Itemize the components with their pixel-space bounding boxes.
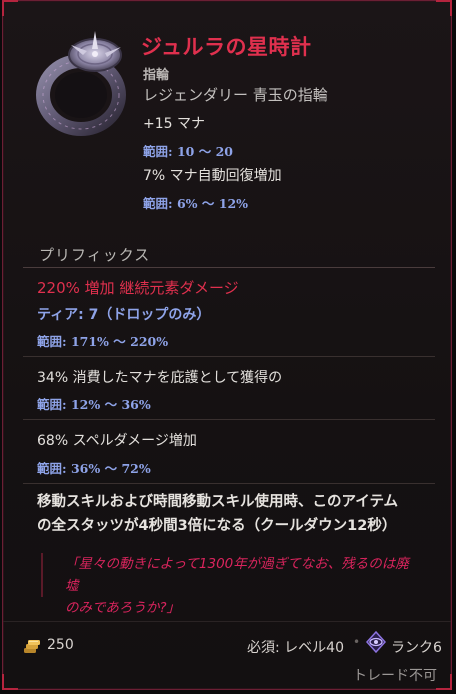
lore-text: 「星々の動きによって1300年が過ぎてなお、残るのは廃墟: [65, 556, 409, 594]
prefix-mod: 68% スペルダメージ増加: [37, 433, 197, 449]
rank-label: ランク6: [391, 640, 442, 656]
footer-divider: [3, 621, 451, 622]
item-name: ジュルラの星時計: [141, 35, 312, 59]
corner-ornament: [2, 0, 18, 16]
unique-effect: 移動スキルおよび時間移動スキル使用時、このアイテム: [37, 494, 399, 510]
trade-status: トレード不可: [353, 668, 437, 684]
lore-text: のみであろうか?」: [65, 600, 181, 616]
gold-value: 250: [47, 637, 74, 653]
implicit-range: 範囲: 6% 〜 12%: [143, 196, 249, 211]
corner-ornament: [436, 0, 452, 16]
prefix-mod: 34% 消費したマナを庇護として獲得の: [37, 370, 283, 386]
prefix-header: プリフィックス: [39, 246, 151, 264]
implicit-stat: 7% マナ自動回復増加: [143, 168, 282, 184]
item-rarity: レジェンダリー 青玉の指輪: [143, 86, 328, 104]
prefix-range: 範囲: 36% 〜 72%: [37, 461, 151, 476]
prefix-range: 範囲: 12% 〜 36%: [37, 397, 151, 412]
item-type: 指輪: [143, 68, 170, 83]
mod-divider: [23, 419, 435, 420]
unique-effect: の全スタッツが4秒間3倍になる（クールダウン12秒）: [37, 518, 397, 534]
prefix-range: 範囲: 171% 〜 220%: [37, 334, 169, 349]
corner-ornament: [436, 674, 452, 690]
rank-emblem-icon: [365, 631, 387, 653]
prefix-tier: ティア: 7（ドロップのみ）: [37, 307, 211, 323]
section-divider: [23, 267, 435, 268]
ring-item-icon: [36, 31, 126, 136]
prefix-mod: 220% 増加 継続元素ダメージ: [37, 279, 239, 297]
mod-divider: [23, 483, 435, 484]
lore-block: 「星々の動きによって1300年が過ぎてなお、残るのは廃墟 のみであろうか?」: [41, 553, 421, 616]
implicit-stat: +15 マナ: [143, 116, 205, 132]
separator-dot: •: [353, 635, 361, 649]
level-requirement: 必須: レベル40: [247, 640, 344, 656]
mod-divider: [23, 356, 435, 357]
gold-coins-icon: [24, 640, 40, 653]
item-tooltip: ジュルラの星時計 指輪 レジェンダリー 青玉の指輪 +15 マナ 範囲: 10 …: [2, 0, 452, 690]
corner-ornament: [2, 674, 18, 690]
implicit-range: 範囲: 10 〜 20: [143, 144, 233, 159]
